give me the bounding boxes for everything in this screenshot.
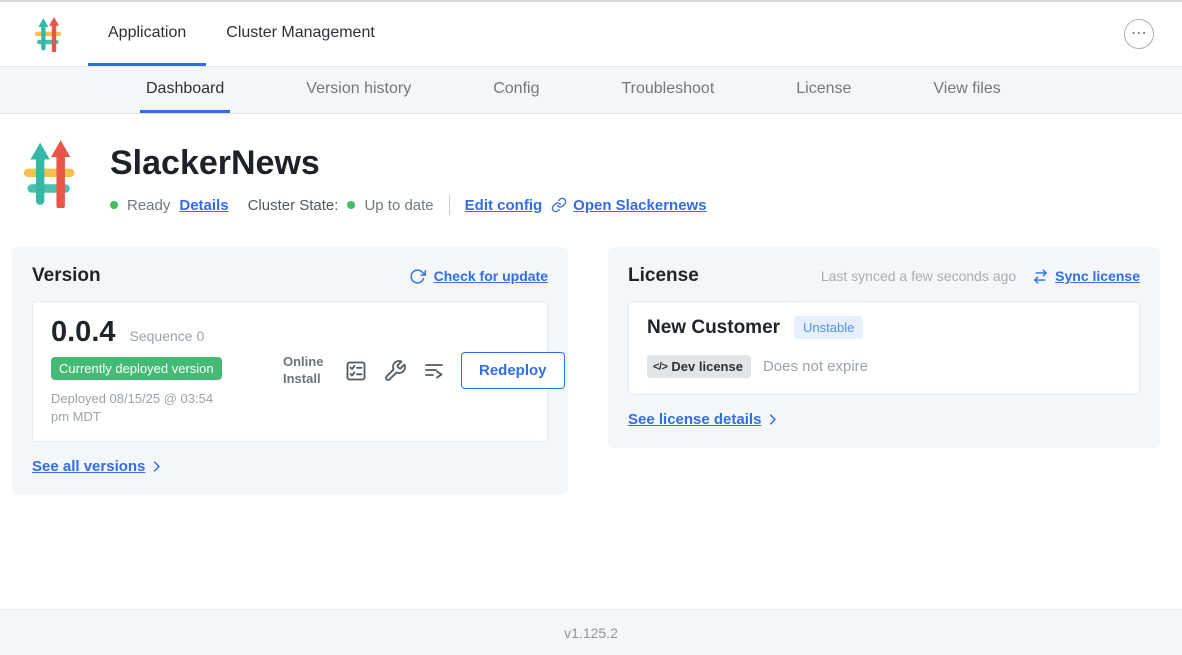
slackernews-logo-icon [34,17,64,52]
expiry-label: Does not expire [763,358,868,375]
version-card-title: Version [32,265,101,287]
redeploy-button[interactable]: Redeploy [461,352,565,389]
page-title: SlackerNews [110,144,707,183]
see-all-versions-link[interactable]: See all versions [32,458,548,475]
version-number: 0.0.4 [51,316,116,349]
sequence-label: Sequence 0 [130,328,205,344]
see-license-details-link[interactable]: See license details [628,411,1140,428]
tab-application[interactable]: Application [88,2,206,66]
chevron-right-icon [149,459,164,474]
license-details-panel: New Customer Unstable </> Dev license Do… [628,301,1140,395]
tab-cluster-management[interactable]: Cluster Management [206,2,395,66]
deployed-timestamp: Deployed 08/15/25 @ 03:54 pm MDT [51,390,221,425]
license-card-title: License [628,265,699,287]
sync-license-link[interactable]: Sync license [1032,268,1140,285]
version-card: Version Check for update 0.0.4 [12,247,568,495]
ready-status-dot [110,201,118,209]
license-card: License Last synced a few seconds ago [608,247,1160,448]
tab-config[interactable]: Config [487,67,545,113]
chevron-right-icon [765,412,780,427]
status-divider [449,195,450,215]
deployed-badge: Currently deployed version [51,357,222,380]
sync-arrows-icon [1032,268,1049,285]
app-status-row: Ready Details Cluster State: Up to date … [110,195,707,215]
code-icon: </> [653,361,667,373]
install-type-label: Online Install [283,354,329,387]
channel-badge: Unstable [794,316,863,339]
ready-status-label: Ready [127,197,170,214]
console-version-label: v1.125.2 [564,625,618,641]
deploy-logs-icon[interactable] [422,359,446,383]
open-app-link-label: Open Slackernews [573,197,706,214]
tab-version-history[interactable]: Version history [300,67,417,113]
tab-troubleshoot[interactable]: Troubleshoot [615,67,720,113]
tab-dashboard[interactable]: Dashboard [140,67,230,113]
app-title-block: SlackerNews Ready Details Cluster State:… [22,140,1170,215]
tab-view-files[interactable]: View files [927,67,1006,113]
license-type-label: Dev license [671,359,743,374]
cluster-state-value: Up to date [364,197,433,214]
config-wrench-icon[interactable] [383,359,407,383]
external-link-icon [551,197,567,213]
tab-license[interactable]: License [790,67,857,113]
check-for-update-link[interactable]: Check for update [409,268,548,285]
edit-config-link[interactable]: Edit config [465,197,543,214]
open-app-link[interactable]: Open Slackernews [551,197,706,214]
dashboard-main: SlackerNews Ready Details Cluster State:… [0,114,1182,609]
app-icon [22,140,80,215]
refresh-icon [409,268,426,285]
see-all-versions-label: See all versions [32,458,145,475]
last-synced-label: Last synced a few seconds ago [821,268,1016,284]
details-link[interactable]: Details [179,197,228,214]
cluster-state-label: Cluster State: [248,197,339,214]
app-subnav: Dashboard Version history Config Trouble… [0,66,1182,114]
license-type-badge: </> Dev license [647,355,751,378]
sync-license-label: Sync license [1055,268,1140,284]
app-header-bar: Application Cluster Management ⋯ [0,2,1182,66]
see-license-details-label: See license details [628,411,761,428]
customer-name: New Customer [647,317,780,339]
more-options-button[interactable]: ⋯ [1124,19,1154,49]
check-for-update-label: Check for update [434,268,548,284]
cluster-state-dot [347,201,355,209]
app-footer: v1.125.2 [0,609,1182,655]
release-notes-icon[interactable] [344,359,368,383]
current-version-panel: 0.0.4 Sequence 0 Currently deployed vers… [32,301,548,442]
